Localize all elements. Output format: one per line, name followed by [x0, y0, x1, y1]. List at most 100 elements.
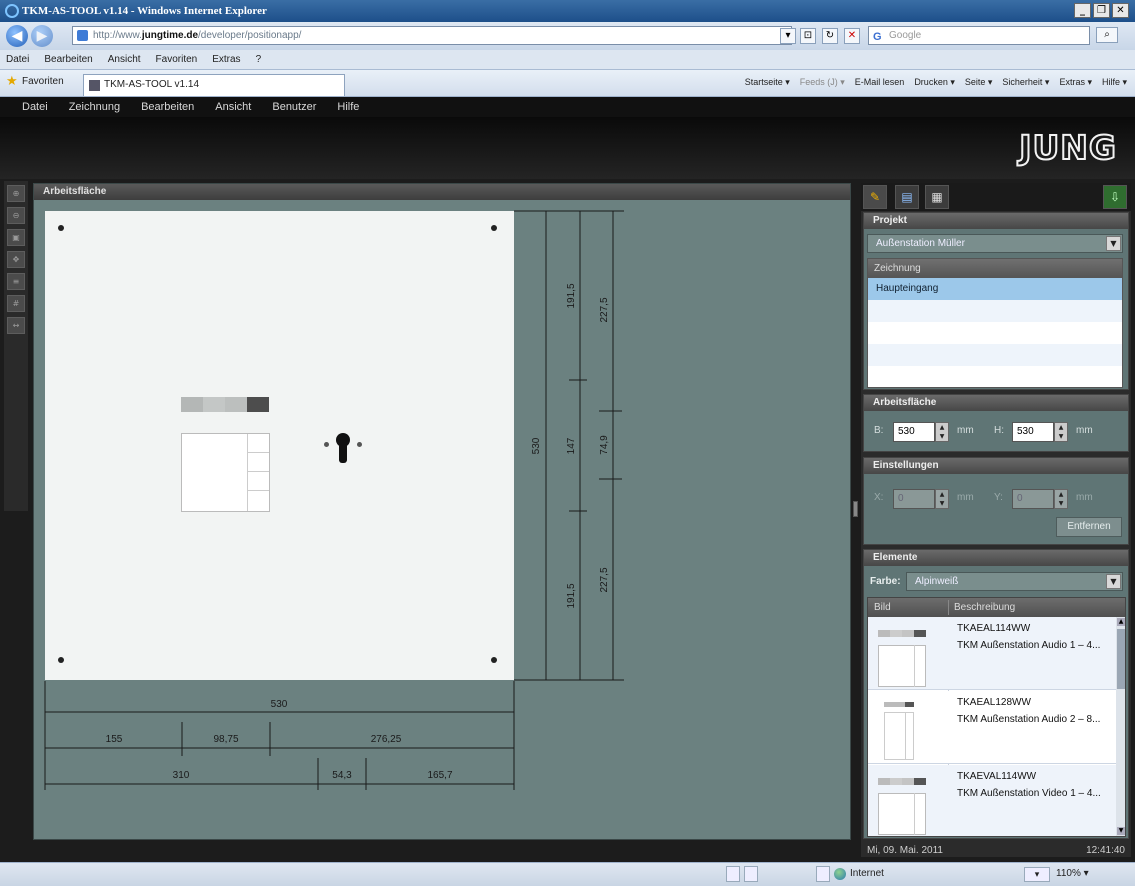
farbe-dropdown[interactable]: Alpinweiß ▼: [906, 572, 1123, 591]
app-menu-hilfe[interactable]: Hilfe: [337, 101, 359, 113]
x-spinner[interactable]: ▲ ▼: [935, 489, 949, 509]
dim-width-row2-a: 310: [173, 770, 190, 781]
tool-zoom-out-icon[interactable]: ⊖: [7, 207, 25, 224]
tool-align-icon[interactable]: ≡: [7, 273, 25, 290]
right-panel: ✎ ▤ ▦ ⇩ Projekt Außenstation Müller ▼ Ze…: [861, 183, 1131, 857]
app-menu-ansicht[interactable]: Ansicht: [215, 101, 251, 113]
ie-logo-icon: [5, 4, 19, 18]
window-title: TKM-AS-TOOL v1.14 - Windows Internet Exp…: [22, 5, 267, 17]
tool-zoom-in-icon[interactable]: ⊕: [7, 185, 25, 202]
dim-width-row1-c: 276,25: [371, 734, 402, 745]
width-input[interactable]: 530: [893, 422, 935, 442]
list-item[interactable]: TKAEVAL114WW TKM Außenstation Video 1 – …: [868, 765, 1116, 836]
browser-tab[interactable]: TKM-AS-TOOL v1.14: [83, 74, 345, 96]
restore-button[interactable]: ❐: [1093, 3, 1110, 18]
height-spinner[interactable]: ▲ ▼: [1054, 422, 1068, 442]
status-segment: [744, 866, 758, 882]
tool-fit-icon[interactable]: ▣: [7, 229, 25, 246]
unit-label: mm: [1076, 492, 1093, 503]
close-window-button[interactable]: ✕: [1112, 3, 1129, 18]
list-icon[interactable]: ▤: [895, 185, 919, 209]
save-icon[interactable]: ▦: [925, 185, 949, 209]
unit-label: mm: [957, 425, 974, 436]
stop-icon[interactable]: ✕: [844, 28, 860, 44]
status-time: 12:41:40: [1086, 845, 1125, 856]
left-toolbar: ⊕ ⊖ ▣ ✥ ≡ # ↔: [4, 181, 28, 511]
element-code: TKAEVAL114WW: [957, 771, 1037, 782]
dropdown-icon[interactable]: ▾: [780, 28, 796, 44]
tool-measure-icon[interactable]: ↔: [7, 317, 25, 334]
list-item[interactable]: TKAEAL128WW TKM Außenstation Audio 2 – 8…: [868, 691, 1116, 764]
forward-icon[interactable]: ▶: [31, 25, 53, 47]
menu-extras[interactable]: Extras: [212, 54, 240, 65]
dim-height-inner-top: 191,5: [566, 283, 577, 308]
dim-width-row1-b: 98,75: [213, 734, 238, 745]
search-input[interactable]: G Google: [868, 26, 1090, 45]
col-beschreibung[interactable]: Beschreibung: [954, 598, 1015, 617]
element-description: TKM Außenstation Audio 2 – 8...: [957, 714, 1101, 725]
menu-help[interactable]: ?: [256, 54, 262, 65]
cmd-mail[interactable]: E-Mail lesen: [855, 77, 905, 88]
cmd-help[interactable]: Hilfe ▾: [1102, 77, 1127, 88]
protected-mode-icon[interactable]: ▾: [1024, 867, 1050, 882]
page-icon: [77, 30, 88, 41]
menu-favoriten[interactable]: Favoriten: [156, 54, 198, 65]
y-input[interactable]: 0: [1012, 489, 1054, 509]
browser-menu-bar: Datei Bearbeiten Ansicht Favoriten Extra…: [0, 50, 1135, 70]
element-thumbnail: [874, 626, 944, 688]
menu-datei[interactable]: Datei: [6, 54, 29, 65]
status-date: Mi, 09. Mai. 2011: [867, 845, 943, 856]
cmd-security[interactable]: Sicherheit ▾: [1002, 77, 1049, 88]
unit-label: mm: [1076, 425, 1093, 436]
cmd-print[interactable]: Drucken ▾: [914, 77, 955, 88]
dim-width-row2-b: 54,3: [332, 770, 352, 781]
projekt-value: Außenstation Müller: [876, 238, 965, 249]
tool-grid-icon[interactable]: #: [7, 295, 25, 312]
compatibility-icon[interactable]: ⊡: [800, 28, 816, 44]
einstellungen-section: Einstellungen X: 0 ▲ ▼ mm Y: 0 ▲ ▼ mm Entf…: [863, 457, 1129, 545]
address-input[interactable]: http://www.jungtime.de/developer/positio…: [72, 26, 792, 45]
entfernen-button[interactable]: Entfernen: [1056, 517, 1122, 537]
tool-move-icon[interactable]: ✥: [7, 251, 25, 268]
y-spinner[interactable]: ▲ ▼: [1054, 489, 1068, 509]
search-icon[interactable]: ⌕: [1096, 27, 1118, 43]
minimize-button[interactable]: _: [1074, 3, 1091, 18]
panel-tabs: ✎ ▤ ▦ ⇩: [861, 183, 1131, 211]
cmd-home[interactable]: Startseite ▾: [745, 77, 790, 88]
y-label: Y:: [994, 492, 1003, 503]
menu-bearbeiten[interactable]: Bearbeiten: [44, 54, 92, 65]
height-input[interactable]: 530: [1012, 422, 1054, 442]
projekt-dropdown[interactable]: Außenstation Müller ▼: [867, 234, 1123, 253]
x-input[interactable]: 0: [893, 489, 935, 509]
chevron-down-icon: ▼: [1106, 574, 1121, 589]
url-domain: jungtime.de: [141, 30, 199, 41]
elements-scrollbar[interactable]: ▲ ▼: [1116, 617, 1125, 836]
width-spinner[interactable]: ▲ ▼: [935, 422, 949, 442]
arbeitsflaeche-section: Arbeitsfläche B: 530 ▲ ▼ mm H: 530 ▲ ▼ mm: [863, 394, 1129, 452]
back-icon[interactable]: ◀: [6, 25, 28, 47]
app-menu-benutzer[interactable]: Benutzer: [272, 101, 316, 113]
app-menu-datei[interactable]: Datei: [22, 101, 48, 113]
cmd-page[interactable]: Seite ▾: [965, 77, 993, 88]
app-menu-bearbeiten[interactable]: Bearbeiten: [141, 101, 194, 113]
zeichnung-item-haupteingang[interactable]: Haupteingang: [868, 278, 1122, 300]
app-menu-zeichnung[interactable]: Zeichnung: [69, 101, 120, 113]
col-bild[interactable]: Bild: [874, 598, 891, 617]
search-placeholder: Google: [889, 30, 922, 41]
list-row-empty: [868, 344, 1122, 366]
panel-collapse-handle[interactable]: [853, 501, 858, 517]
element-thumbnail: [874, 700, 944, 762]
zoom-level[interactable]: 110% ▾: [1056, 868, 1089, 879]
favorites-button[interactable]: Favoriten: [6, 74, 64, 89]
export-icon[interactable]: ⇩: [1103, 185, 1127, 209]
refresh-icon[interactable]: ↻: [822, 28, 838, 44]
menu-ansicht[interactable]: Ansicht: [108, 54, 141, 65]
unit-label: mm: [957, 492, 974, 503]
workspace-panel: Arbeitsfläche 530 191,5 147 191,5 227,5 …: [33, 183, 851, 840]
jung-logo: JUNG: [1018, 127, 1117, 168]
pencil-icon[interactable]: ✎: [863, 185, 887, 209]
list-item[interactable]: TKAEAL114WW TKM Außenstation Audio 1 – 4…: [868, 617, 1116, 690]
cmd-feeds[interactable]: Feeds (J) ▾: [800, 77, 845, 88]
internet-zone: Internet: [834, 868, 884, 880]
cmd-extras[interactable]: Extras ▾: [1059, 77, 1092, 88]
